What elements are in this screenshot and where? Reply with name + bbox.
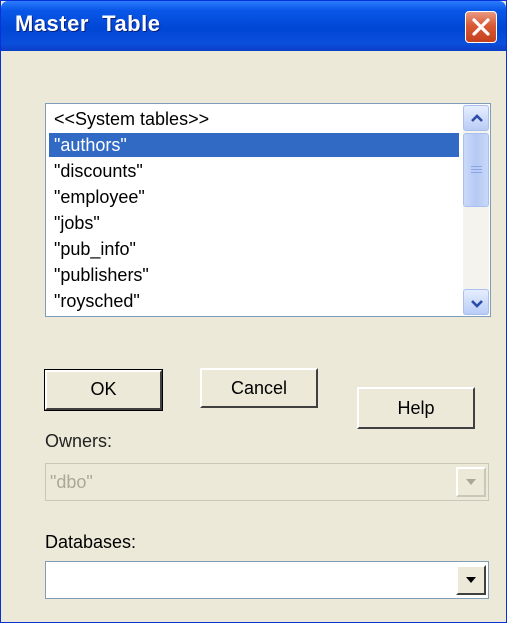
scroll-thumb[interactable] <box>463 133 489 207</box>
table-listbox[interactable]: <<System tables>> "authors" "discounts" "em… <box>45 103 491 317</box>
table-list: <<System tables>> "authors" "discounts" "em… <box>49 107 459 313</box>
list-item[interactable]: "discounts" <box>49 159 459 183</box>
list-item[interactable]: "roysched" <box>49 289 459 313</box>
owners-dropdown[interactable]: "dbo" <box>45 463 489 501</box>
help-button[interactable]: Help <box>357 387 475 429</box>
ok-button[interactable]: OK <box>44 369 163 411</box>
databases-dropdown[interactable] <box>45 561 489 599</box>
close-icon <box>472 18 490 36</box>
dropdown-arrow-icon <box>466 577 476 583</box>
thumb-grip <box>471 169 482 170</box>
scroll-down-arrow-icon <box>471 300 483 308</box>
title-bar[interactable]: Master Table <box>1 1 506 51</box>
thumb-grip <box>471 166 482 167</box>
databases-label: Databases: <box>45 532 137 552</box>
owners-value: "dbo" <box>50 472 93 492</box>
list-item[interactable]: "publishers" <box>49 263 459 287</box>
list-item[interactable]: "employee" <box>49 185 459 209</box>
thumb-grip <box>471 172 482 173</box>
list-item[interactable]: "authors" <box>49 133 459 157</box>
master-table-dialog: Master Table <<System tables>> "authors" "… <box>0 0 507 623</box>
close-button[interactable] <box>465 11 497 43</box>
scroll-up-arrow-icon <box>471 114 483 122</box>
scroll-up-button[interactable] <box>463 105 489 131</box>
owners-dropdown-button[interactable] <box>456 467 486 497</box>
owners-label: Owners: <box>45 431 113 451</box>
cancel-button[interactable]: Cancel <box>200 368 318 408</box>
dropdown-arrow-icon <box>466 479 476 485</box>
vertical-scrollbar[interactable] <box>463 105 489 315</box>
databases-dropdown-button[interactable] <box>456 565 486 595</box>
window-title: Master Table <box>15 11 161 36</box>
scroll-down-button[interactable] <box>463 289 489 315</box>
list-item[interactable]: "pub_info" <box>49 237 459 261</box>
list-item[interactable]: <<System tables>> <box>49 107 459 131</box>
list-item[interactable]: "jobs" <box>49 211 459 235</box>
